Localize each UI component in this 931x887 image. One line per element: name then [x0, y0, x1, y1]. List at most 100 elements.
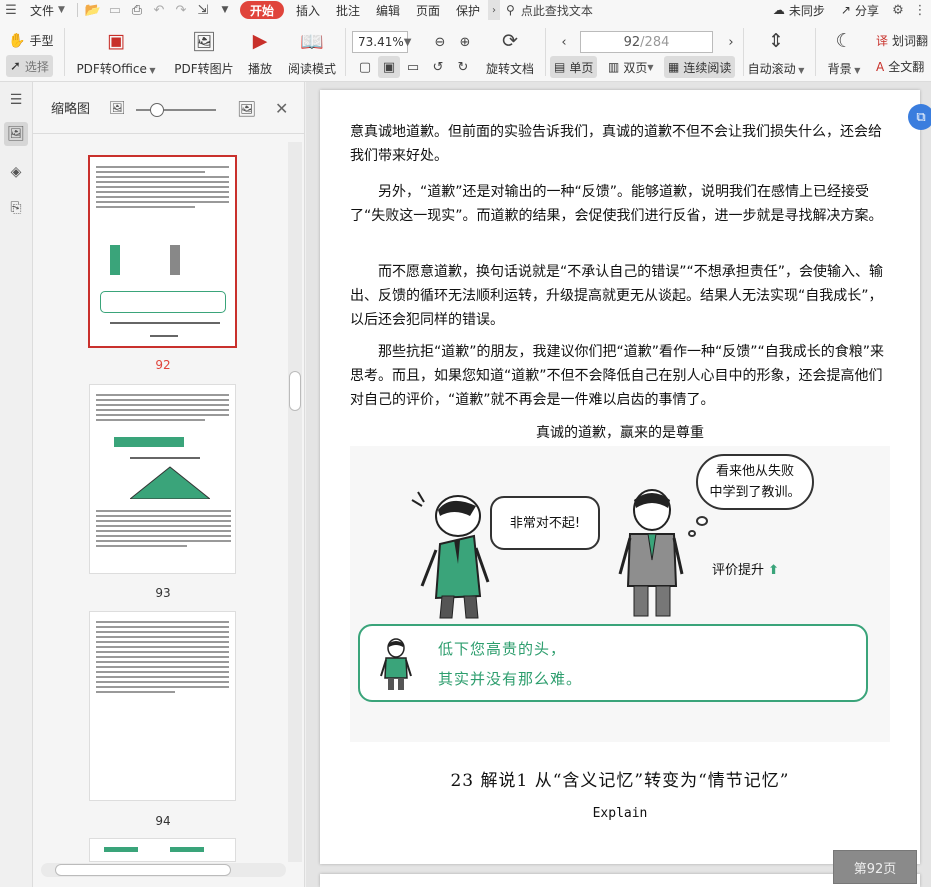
settings-icon[interactable]: ⚙ — [887, 0, 909, 20]
underline-translate-button[interactable]: 译划词翻 — [876, 32, 928, 49]
fit-width-icon[interactable]: ▭ — [402, 56, 424, 78]
close-icon[interactable]: ✕ — [275, 99, 288, 118]
rotate-document-button[interactable]: ⟳ 旋转文档 — [484, 28, 536, 77]
thumbnail-icon[interactable]: 🖼 — [4, 122, 28, 146]
zoom-out-icon[interactable]: ⊖ — [429, 31, 451, 53]
prev-page-icon[interactable]: ‹ — [553, 31, 575, 53]
fit-page-icon[interactable]: ▣ — [378, 56, 400, 78]
bookmark-icon[interactable]: ◈ — [4, 160, 28, 184]
thumb-text-line — [96, 651, 229, 653]
save-icon[interactable]: ▭ — [104, 0, 126, 20]
thumbnail-page-93[interactable] — [89, 384, 236, 574]
search-box[interactable]: ⚲ 点此查找文本 — [500, 2, 599, 19]
thumb-text-line — [96, 681, 229, 683]
zoom-in-icon[interactable]: ⊕ — [454, 31, 476, 53]
open-folder-icon[interactable]: 📂 — [82, 0, 104, 20]
double-page-button[interactable]: ▥ 双页 ▼ — [608, 56, 654, 78]
thumbnail-horizontal-scrollbar-thumb[interactable] — [55, 864, 231, 876]
auto-scroll-button[interactable]: ⇕ 自动滚动 ▼ — [748, 28, 805, 77]
tab-page[interactable]: 页面 — [408, 0, 448, 20]
export-icon[interactable]: ⇲ — [192, 0, 214, 20]
rotate-right-icon[interactable]: ↻ — [452, 56, 474, 78]
left-side-strip: ☰ 🖼 ◈ ⎘ — [0, 82, 33, 887]
tab-protect[interactable]: 保护 — [448, 0, 488, 20]
divider — [64, 28, 65, 76]
more-icon[interactable]: ⋮ — [909, 0, 931, 20]
actual-size-icon[interactable]: ▢ — [354, 56, 376, 78]
chevron-down-icon: ▼ — [795, 66, 805, 75]
background-button[interactable]: ☾ 背景 ▼ — [826, 28, 862, 77]
large-image-icon[interactable]: 🖼 — [237, 100, 256, 118]
sync-status[interactable]: ☁ 未同步 — [765, 0, 833, 20]
play-button[interactable]: ▶ 播放 — [244, 28, 276, 77]
undo-icon[interactable]: ↶ — [148, 0, 170, 20]
thumbnail-size-slider-handle[interactable] — [150, 103, 164, 117]
thumb-text-line — [96, 535, 231, 537]
pdf-to-office-button[interactable]: ▣ PDF转Office ▼ — [76, 28, 155, 77]
read-mode-button[interactable]: 📖 阅读模式 — [286, 28, 338, 77]
ribbon-toolbar: ✋ 手型 ➚ 选择 ▣ PDF转Office ▼ 🖼 PDF转图片 ▶ 播放 📖… — [0, 20, 931, 82]
thumb-text-line — [96, 626, 229, 628]
bubble-sorry-text: 非常对不起! — [509, 515, 581, 531]
paragraph-3: 而不愿意道歉，换句话说就是“不承认自己的错误”“不想承担责任”，会使输入、输出、… — [350, 264, 884, 328]
small-image-icon[interactable]: 🖼 — [109, 101, 126, 116]
tab-insert[interactable]: 插入 — [288, 0, 328, 20]
thumb-explain-line — [150, 335, 178, 337]
hamburger-icon[interactable]: ☰ — [0, 0, 22, 20]
illustration: 非常对不起! 看来他从失败 中学到了教训。 评价提升 ⬆ 低下您高贵的头， 其实… — [350, 446, 890, 742]
chevron-down-icon[interactable]: ▼ — [214, 0, 236, 20]
attachment-icon[interactable]: ⎘ — [4, 196, 28, 220]
thought-bubble-learn: 看来他从失败 中学到了教训。 — [696, 454, 814, 510]
thumb-text-line — [96, 510, 231, 512]
divider — [815, 28, 816, 76]
menu-file[interactable]: 文件 ▼ — [22, 0, 73, 20]
divider — [545, 28, 546, 76]
thumb-formula-banner — [104, 847, 138, 852]
zoom-select[interactable]: 73.41% ▼ — [352, 31, 411, 53]
floating-tool-icon[interactable]: ⧉ — [908, 104, 931, 130]
total-pages: /284 — [640, 34, 670, 50]
select-tool-button[interactable]: ➚ 选择 — [6, 55, 53, 77]
thumbnail-vertical-scrollbar[interactable] — [288, 142, 302, 862]
thumb-text-line — [96, 181, 229, 183]
explain-label: Explain — [592, 806, 648, 821]
single-page-button[interactable]: ▤ 单页 — [550, 56, 598, 78]
redo-icon[interactable]: ↷ — [170, 0, 192, 20]
panel-line-2: 其实并没有那么难。 — [438, 670, 583, 688]
thumb-text-line — [96, 636, 229, 638]
thumbnail-size-slider[interactable] — [136, 109, 216, 111]
page-number-input[interactable]: 92/284 — [580, 31, 713, 53]
thumbnail-page-95[interactable] — [89, 838, 236, 862]
outline-icon[interactable]: ☰ — [4, 88, 28, 112]
standing-man-figure — [618, 489, 684, 617]
translate-icon: A — [876, 59, 885, 74]
thumb-text-line — [96, 540, 231, 542]
thumb-formula-banner — [170, 847, 204, 852]
tab-start[interactable]: 开始 — [239, 1, 284, 19]
thumbnail-page-94[interactable] — [89, 611, 236, 801]
tab-edit[interactable]: 编辑 — [368, 0, 408, 20]
thumb-text-line — [96, 641, 229, 643]
document-viewport[interactable]: ⧉ 意真诚地道歉。但前面的实验告诉我们，真诚的道歉不但不会让我们损失什么，还会给… — [306, 82, 931, 887]
print-icon[interactable]: ⎙ — [126, 0, 148, 20]
chevron-right-icon[interactable]: › — [488, 0, 501, 20]
continuous-read-button[interactable]: ▦ 连续阅读 — [664, 56, 736, 78]
pdf-to-image-button[interactable]: 🖼 PDF转图片 — [172, 28, 236, 77]
thumb-text-line — [96, 166, 229, 168]
document-page: ⧉ 意真诚地道歉。但前面的实验告诉我们，真诚的道歉不但不会让我们损失什么，还会给… — [320, 90, 931, 864]
tab-annotate[interactable]: 批注 — [328, 0, 368, 20]
thumbnail-page-92[interactable] — [88, 155, 237, 348]
next-page-icon[interactable]: › — [720, 31, 742, 53]
thumb-formula-banner — [114, 437, 184, 447]
thumb-text-line — [96, 414, 229, 416]
paragraph-1: 意真诚地道歉。但前面的实验告诉我们，真诚的道歉不但不会让我们损失什么，还会给我们… — [350, 124, 882, 164]
full-text-translate-button[interactable]: A 全文翻 — [876, 58, 924, 75]
double-page-label: 双页 — [623, 60, 648, 75]
chevron-down-icon: ▼ — [647, 62, 654, 72]
rating-up-text: 评价提升 — [712, 563, 765, 578]
rotate-left-icon[interactable]: ↺ — [427, 56, 449, 78]
divider — [76, 3, 78, 17]
hand-tool-button[interactable]: ✋ 手型 — [8, 32, 53, 49]
thumbnail-scrollbar-thumb[interactable] — [289, 371, 301, 411]
share-button[interactable]: ↗ 分享 — [833, 0, 887, 20]
